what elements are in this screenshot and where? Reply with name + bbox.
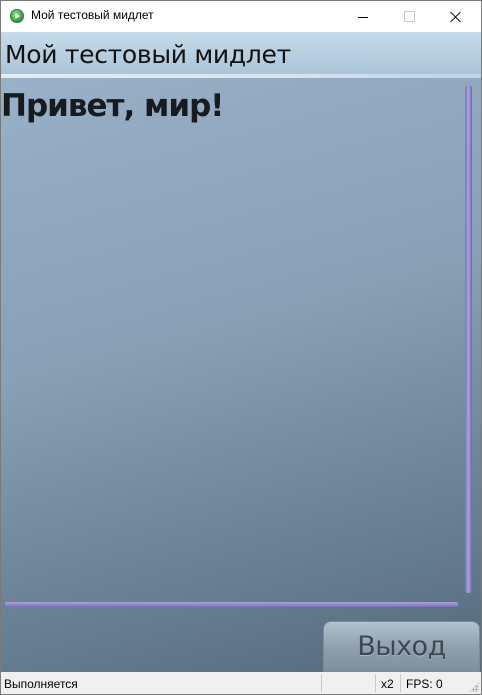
- title-divider: [1, 74, 481, 78]
- midlet-screen[interactable]: Мой тестовый мидлет Привет, мир! Выход: [1, 32, 481, 672]
- emulator-window: Мой тестовый мидлет Мой тестовый мидлет …: [0, 0, 482, 695]
- close-button[interactable]: [432, 1, 478, 32]
- maximize-icon: [403, 11, 415, 22]
- title-bar[interactable]: Мой тестовый мидлет: [1, 1, 481, 32]
- exit-button[interactable]: Выход: [323, 621, 480, 672]
- window-title: Мой тестовый мидлет: [31, 8, 154, 22]
- play-icon: [10, 9, 24, 23]
- screen-title-strip: Мой тестовый мидлет: [1, 32, 481, 74]
- close-icon: [449, 11, 461, 23]
- hello-text: Привет, мир!: [1, 88, 224, 124]
- fps-counter: FPS: 0: [406, 677, 443, 691]
- minimize-icon: [358, 17, 368, 18]
- exit-button-label: Выход: [357, 631, 446, 662]
- minimize-button[interactable]: [340, 1, 386, 32]
- maximize-button[interactable]: [386, 1, 432, 32]
- status-text: Выполняется: [4, 677, 78, 691]
- scrollbar[interactable]: [465, 85, 472, 593]
- status-separator: [400, 674, 401, 692]
- status-separator: [375, 674, 376, 692]
- screen-title: Мой тестовый мидлет: [5, 40, 291, 69]
- status-separator: [321, 674, 322, 692]
- status-bar: Выполняется x2 FPS: 0: [1, 672, 481, 694]
- zoom-level: x2: [381, 677, 394, 691]
- bottom-divider: [5, 602, 458, 607]
- resize-grip[interactable]: [469, 682, 479, 692]
